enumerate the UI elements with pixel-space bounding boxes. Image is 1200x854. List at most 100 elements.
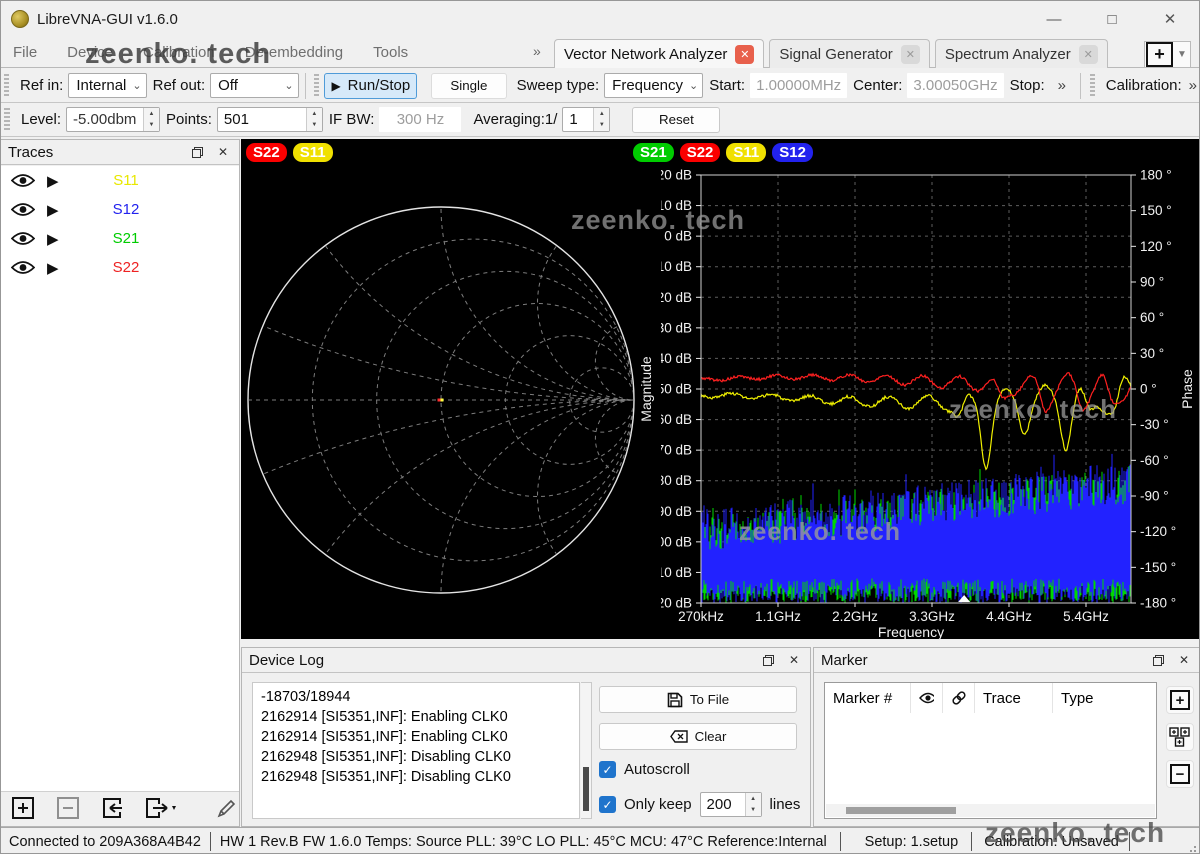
spin-up-icon[interactable]: ▲ xyxy=(594,108,609,120)
maximize-button[interactable]: □ xyxy=(1083,1,1141,37)
resize-grip[interactable] xyxy=(1185,841,1196,852)
float-panel-icon[interactable] xyxy=(188,143,206,161)
eye-icon[interactable] xyxy=(11,173,37,188)
spin-down-icon[interactable]: ▼ xyxy=(307,120,322,132)
only-keep-checkbox[interactable]: ✓ xyxy=(599,796,616,813)
device-log-list[interactable]: -18703/189442162914 [SI5351,INF]: Enabli… xyxy=(252,682,580,819)
marker-table-header: Marker # Trace Type xyxy=(825,683,1156,713)
svg-text:-100 dB: -100 dB xyxy=(661,534,692,549)
ref-in-select[interactable]: Internal ⌄ xyxy=(68,73,146,98)
menu-calibration[interactable]: Calibration xyxy=(143,44,215,61)
tab-close-icon[interactable]: ✕ xyxy=(735,45,754,64)
status-bar: Connected to 209A368A4B42 HW 1 Rev.B FW … xyxy=(1,827,1199,854)
trace-name-s22[interactable]: S22 xyxy=(73,259,179,276)
menu-tools[interactable]: Tools xyxy=(373,44,408,61)
reset-button[interactable]: Reset xyxy=(632,107,720,133)
tab-close-icon[interactable]: ✕ xyxy=(1079,45,1098,64)
spin-up-icon[interactable]: ▲ xyxy=(307,108,322,120)
trace-name-s11[interactable]: S11 xyxy=(73,172,179,189)
badge-s22[interactable]: S22 xyxy=(680,143,721,162)
badge-s22[interactable]: S22 xyxy=(246,143,287,162)
add-marker-group-button[interactable] xyxy=(1166,723,1194,751)
autoscroll-label: Autoscroll xyxy=(624,761,690,778)
add-trace-button[interactable] xyxy=(11,795,36,821)
ifbw-field[interactable]: 300 Hz xyxy=(379,107,461,132)
badge-s11[interactable]: S11 xyxy=(726,143,766,162)
only-keep-stepper[interactable]: 200 ▲▼ xyxy=(700,792,762,817)
spin-down-icon[interactable]: ▼ xyxy=(746,805,761,817)
column-type: Type xyxy=(1053,683,1156,713)
svg-text:60 °: 60 ° xyxy=(1140,310,1164,325)
calibration-overflow-chevron[interactable]: » xyxy=(1189,77,1197,94)
play-icon[interactable]: ▶ xyxy=(47,230,73,248)
toolbar-drag-handle[interactable] xyxy=(4,108,10,132)
marker-table[interactable]: Marker # Trace Type xyxy=(824,682,1157,819)
toolbar-drag-handle[interactable] xyxy=(4,74,9,98)
trace-name-s21[interactable]: S21 xyxy=(73,230,179,247)
smith-chart[interactable] xyxy=(241,139,661,639)
menu-device[interactable]: Device xyxy=(67,44,113,61)
magnitude-phase-chart[interactable]: 20 dB10 dB0 dB-10 dB-20 dB-30 dB-40 dB-5… xyxy=(661,139,1200,639)
close-panel-icon[interactable]: ✕ xyxy=(214,143,232,161)
autoscroll-checkbox[interactable]: ✓ xyxy=(599,761,616,778)
window-controls: — □ ✕ xyxy=(1025,1,1199,37)
float-panel-icon[interactable] xyxy=(759,651,777,669)
float-panel-icon[interactable] xyxy=(1149,651,1167,669)
eye-icon[interactable] xyxy=(11,202,37,217)
close-button[interactable]: ✕ xyxy=(1141,1,1199,37)
spin-down-icon[interactable]: ▼ xyxy=(594,120,609,132)
tab-vector-network-analyzer[interactable]: Vector Network Analyzer✕ xyxy=(554,39,764,68)
minimize-button[interactable]: — xyxy=(1025,1,1083,37)
tab-close-icon[interactable]: ✕ xyxy=(901,45,920,64)
close-panel-icon[interactable]: ✕ xyxy=(785,651,803,669)
eye-icon[interactable] xyxy=(11,260,37,275)
menu-de-embedding[interactable]: De-embedding xyxy=(245,44,343,61)
svg-text:4.4GHz: 4.4GHz xyxy=(986,609,1032,624)
start-field[interactable]: 1.00000MHz xyxy=(750,73,847,98)
averaging-stepper[interactable]: 1 ▲▼ xyxy=(562,107,610,132)
phase-axis-label: Phase xyxy=(1179,359,1195,419)
edit-trace-button[interactable] xyxy=(215,795,240,821)
tab-signal-generator[interactable]: Signal Generator✕ xyxy=(769,39,929,68)
remove-trace-button[interactable] xyxy=(56,795,81,821)
spin-up-icon[interactable]: ▲ xyxy=(746,793,761,805)
sweep-type-select[interactable]: Frequency ⌄ xyxy=(604,73,703,98)
log-clear-button[interactable]: Clear xyxy=(599,723,797,750)
ref-out-select[interactable]: Off ⌄ xyxy=(210,73,298,98)
play-icon[interactable]: ▶ xyxy=(47,172,73,190)
badge-s11[interactable]: S11 xyxy=(293,143,333,162)
toolbar-drag-handle[interactable] xyxy=(314,74,319,98)
chevron-down-icon[interactable]: ▼ xyxy=(1174,49,1190,60)
ref-out-label: Ref out: xyxy=(153,77,206,94)
menu-file[interactable]: File xyxy=(13,44,37,61)
toolbar-overflow-chevron[interactable]: » xyxy=(1058,77,1066,94)
points-stepper[interactable]: 501 ▲▼ xyxy=(217,107,323,132)
import-traces-button[interactable] xyxy=(100,795,125,821)
add-marker-button[interactable]: + xyxy=(1166,686,1194,714)
traces-panel: Traces ✕ ▶S11▶S12▶S21▶S22 xyxy=(1,139,240,827)
play-icon[interactable]: ▶ xyxy=(47,201,73,219)
delete-marker-button[interactable]: − xyxy=(1166,760,1194,788)
badge-s21[interactable]: S21 xyxy=(633,143,674,162)
svg-text:Frequency: Frequency xyxy=(878,624,944,639)
single-button[interactable]: Single xyxy=(431,73,506,99)
run-stop-button[interactable]: ▶ Run/Stop xyxy=(324,73,417,99)
toolbar-drag-handle[interactable] xyxy=(1090,74,1095,98)
play-icon[interactable]: ▶ xyxy=(47,259,73,277)
close-panel-icon[interactable]: ✕ xyxy=(1175,651,1193,669)
trace-name-s12[interactable]: S12 xyxy=(73,201,179,218)
marker-table-hscrollbar[interactable] xyxy=(826,804,1155,817)
eye-icon[interactable] xyxy=(11,231,37,246)
spin-down-icon[interactable]: ▼ xyxy=(144,120,159,132)
device-log-scrollbar[interactable] xyxy=(581,682,592,819)
export-traces-button[interactable] xyxy=(145,795,181,821)
menu-overflow-chevron[interactable]: » xyxy=(533,43,541,59)
badge-s12[interactable]: S12 xyxy=(772,143,813,162)
add-tab-button[interactable]: + xyxy=(1146,42,1173,67)
level-stepper[interactable]: -5.00dbm ▲▼ xyxy=(66,107,160,132)
spin-up-icon[interactable]: ▲ xyxy=(144,108,159,120)
svg-text:0 dB: 0 dB xyxy=(664,229,692,244)
log-to-file-button[interactable]: To File xyxy=(599,686,797,713)
tab-spectrum-analyzer[interactable]: Spectrum Analyzer✕ xyxy=(935,39,1108,68)
center-field[interactable]: 3.00050GHz xyxy=(907,73,1003,98)
